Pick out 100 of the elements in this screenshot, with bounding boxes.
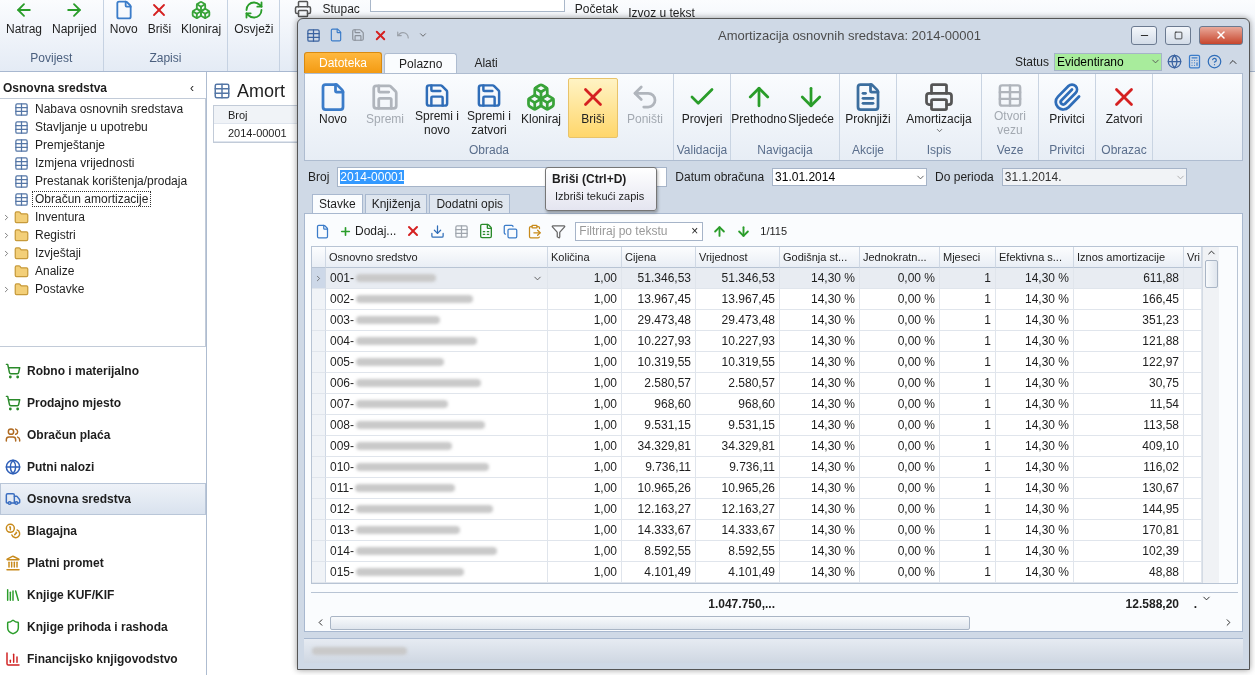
ribbon-button[interactable]: Prethodno (734, 77, 784, 138)
column-header[interactable]: Mjeseci (940, 247, 996, 269)
row-header[interactable] (312, 562, 326, 584)
table-cell: 4.101,49 (696, 562, 780, 584)
toolbar-button[interactable]: Natrag (6, 0, 43, 38)
toolbar-button[interactable]: Osvježi (234, 0, 274, 38)
filter-icon[interactable] (551, 223, 567, 239)
column-header[interactable]: Vrijednost (696, 247, 780, 269)
ribbon-button[interactable]: Spremi i novo (412, 77, 462, 138)
tree-item[interactable]: Analize (32, 263, 78, 280)
column-header[interactable]: Iznos amortizacije (1074, 247, 1184, 269)
tree-item[interactable]: Nabava osnovnih sredstava (32, 101, 187, 118)
ribbon-button[interactable]: Novo (308, 77, 358, 138)
module-button[interactable]: Obračun plaća (0, 419, 206, 451)
spreadsheet-icon[interactable] (478, 223, 495, 240)
ribbon-tab[interactable]: Polazno (384, 52, 458, 74)
table-cell: 14,30 % (996, 394, 1074, 416)
ribbon-button[interactable]: Provjeri (677, 77, 727, 138)
module-button[interactable]: Blagajna (0, 515, 206, 547)
table-cell: 51.346,53 (622, 268, 696, 290)
module-button[interactable]: Robno i materijalno (0, 355, 206, 387)
scrollbar-thumb[interactable] (330, 615, 970, 630)
tab[interactable]: Dodatni opis (429, 193, 511, 214)
period-field[interactable]: 31.1.2014. (1001, 168, 1187, 187)
toolbar-button[interactable]: Kloniraj (181, 0, 222, 38)
module-button[interactable]: Osnovna sredstva (0, 483, 206, 515)
add-button[interactable]: Dodaj... (339, 224, 397, 239)
module-button[interactable]: Platni promet (0, 547, 206, 579)
tree-item[interactable]: Obračun amortizacije (32, 191, 152, 208)
save-icon[interactable] (351, 28, 365, 43)
module-button[interactable]: Financijsko knjigovodstvo (0, 643, 206, 675)
table-cell: 0,00 % (860, 541, 940, 563)
filter-field[interactable]: Filtriraj po tekstu × (575, 221, 704, 241)
tab[interactable]: Stavke (312, 193, 363, 215)
table-cell: 14,30 % (996, 373, 1074, 395)
copy-icon[interactable] (503, 223, 519, 239)
column-header[interactable]: Efektivna s... (996, 247, 1074, 269)
column-header[interactable]: Vri (1184, 247, 1202, 269)
clear-button[interactable]: × (687, 224, 703, 239)
module-button[interactable]: Knjige prihoda i rashoda (0, 611, 206, 643)
tree-item[interactable]: Izmjena vrijednosti (32, 155, 138, 172)
toolbar-button[interactable]: Briši (147, 0, 172, 38)
new-icon[interactable] (315, 223, 330, 239)
tree-item[interactable]: Inventura (32, 209, 89, 226)
row-header[interactable] (312, 268, 326, 290)
ribbon-tab[interactable]: Alati (459, 51, 513, 73)
calculator-icon[interactable] (1187, 54, 1202, 70)
toolbar-button[interactable]: Naprijed (52, 0, 97, 38)
collapse-button[interactable]: ‹ (190, 81, 194, 96)
tree-item[interactable]: Postavke (32, 281, 88, 298)
group-label: Ispis (925, 142, 953, 159)
ribbon-button[interactable]: Kloniraj (516, 77, 566, 138)
module-button[interactable]: Putni nalozi (0, 451, 206, 483)
column-header[interactable]: Količina (548, 247, 622, 269)
ribbon-button[interactable]: Briši (568, 77, 618, 138)
ribbon-button[interactable]: Sljedeće (786, 77, 836, 138)
scrollbar-thumb[interactable] (1204, 260, 1218, 289)
table-cell: 9.531,15 (696, 415, 780, 437)
grid-icon[interactable] (454, 223, 470, 239)
new-icon[interactable] (329, 28, 343, 43)
tree-item[interactable]: Registri (32, 227, 79, 244)
column-header[interactable]: Cijena (622, 247, 696, 269)
expand-icon[interactable] (2, 284, 11, 294)
tree-item[interactable]: Izvještaji (32, 245, 84, 262)
ribbon-button[interactable]: Proknjiži (843, 77, 893, 138)
paste-icon[interactable] (527, 223, 543, 239)
toolbar-button[interactable]: Novo (109, 0, 138, 38)
help-icon[interactable] (1207, 54, 1222, 70)
ribbon-button[interactable]: Amortizacija (900, 77, 978, 138)
ribbon-button[interactable]: Spremi i zatvori (464, 77, 514, 138)
table-cell: 011- (330, 481, 354, 496)
column-header[interactable]: Godišnja st... (780, 247, 860, 269)
column-header[interactable]: Osnovno sredstvo (326, 247, 548, 269)
table-cell: 001- (330, 271, 355, 286)
toolbar-button[interactable]: Izvoz u tekst (628, 6, 695, 20)
column-header[interactable]: Jednokratn... (860, 247, 940, 269)
column-field[interactable] (369, 0, 565, 12)
tree-item[interactable]: Prestanak korištenja/prodaja (32, 173, 191, 190)
tab[interactable]: Knjiženja (364, 193, 428, 214)
field-label: Datum obračuna (675, 170, 765, 185)
total-amount: 12.588,20 (1124, 595, 1180, 613)
globe-icon[interactable] (1167, 54, 1182, 70)
ribbon-button[interactable]: Privitci (1042, 77, 1092, 138)
ribbon-button[interactable]: Zatvori (1099, 77, 1149, 138)
down-arrow-icon[interactable] (736, 223, 752, 239)
date-field[interactable]: 31.01.2014 (772, 168, 928, 187)
maximize-button[interactable] (1165, 25, 1191, 45)
minimize-button[interactable] (1131, 25, 1157, 45)
tree-item[interactable]: Stavljanje u upotrebu (32, 119, 151, 136)
import-icon[interactable] (430, 223, 446, 239)
close-button[interactable] (1199, 25, 1243, 45)
tree-item[interactable]: Premještanje (32, 137, 109, 154)
module-button[interactable]: Prodajno mjesto (0, 387, 206, 419)
field-label: Do perioda (935, 170, 994, 185)
status-combo[interactable]: Evidentirano (1054, 52, 1162, 71)
toolbar-button[interactable]: Početak (574, 2, 619, 16)
table-cell: 002- (330, 292, 355, 307)
module-button[interactable]: Knjige KUF/KIF (0, 579, 206, 611)
field-label: Broj (308, 170, 330, 185)
plus-icon (339, 224, 352, 238)
